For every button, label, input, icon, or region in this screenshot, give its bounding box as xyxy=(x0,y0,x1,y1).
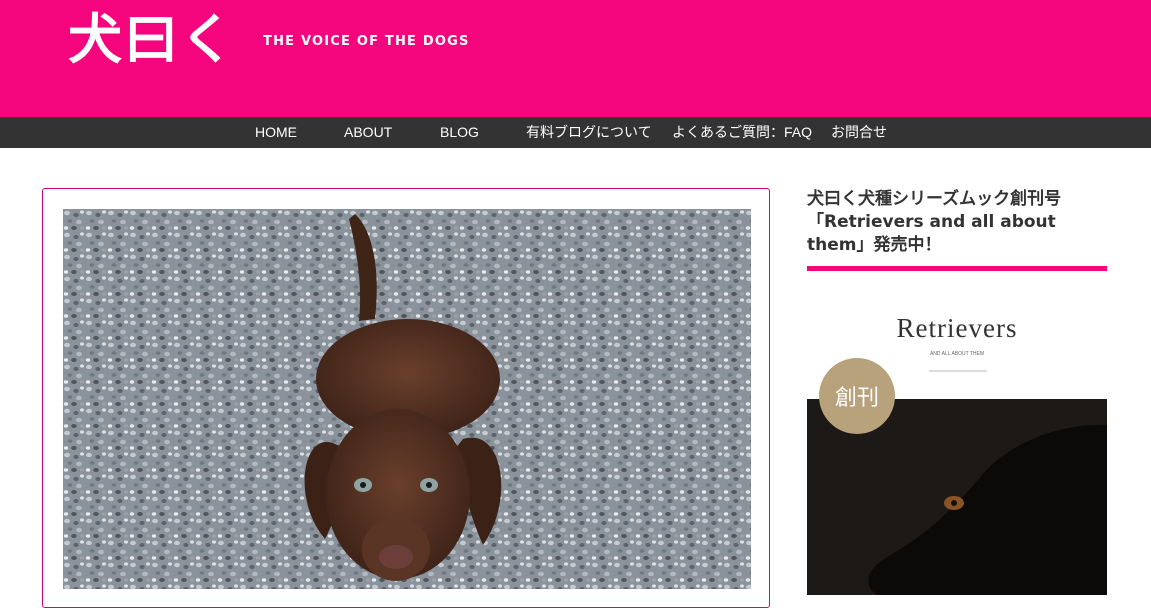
sidebar-divider xyxy=(807,266,1107,271)
nav-item-paid-blog[interactable]: 有料ブログについて xyxy=(526,117,652,148)
sidebar-heading-line1: 犬曰く犬種シリーズムック創刊号 xyxy=(807,189,1062,209)
site-logo[interactable]: 犬曰く xyxy=(68,6,236,72)
book-cover[interactable]: Retrievers AND ALL ABOUT THEM 創刊 xyxy=(807,295,1107,595)
nav-item-home[interactable]: HOME xyxy=(255,117,297,148)
nav-item-faq[interactable]: よくあるご質問：FAQ xyxy=(672,117,812,148)
svg-text:創刊: 創刊 xyxy=(835,386,879,411)
sidebar-heading-line2: 「Retrievers and all about xyxy=(807,212,1056,232)
book-title: Retrievers xyxy=(897,313,1018,343)
nav-item-about[interactable]: ABOUT xyxy=(344,117,392,148)
site-header: 犬曰く THE VOICE OF THE DOGS xyxy=(0,0,1151,117)
book-subtitle: AND ALL ABOUT THEM xyxy=(930,351,984,357)
nav-item-blog[interactable]: BLOG xyxy=(440,117,479,148)
post-card xyxy=(42,188,770,608)
main-navigation: HOME ABOUT BLOG 有料ブログについて よくあるご質問：FAQ お問… xyxy=(0,117,1151,148)
sidebar-heading[interactable]: 犬曰く犬種シリーズムック創刊号 「Retrievers and all abou… xyxy=(807,188,1107,257)
nav-item-contact[interactable]: お問合せ xyxy=(831,117,887,148)
book-badge: 創刊 xyxy=(819,358,895,434)
sidebar-heading-line3: them」発売中！ xyxy=(807,235,942,255)
site-tagline: THE VOICE OF THE DOGS xyxy=(263,34,470,49)
post-image[interactable] xyxy=(63,209,751,589)
